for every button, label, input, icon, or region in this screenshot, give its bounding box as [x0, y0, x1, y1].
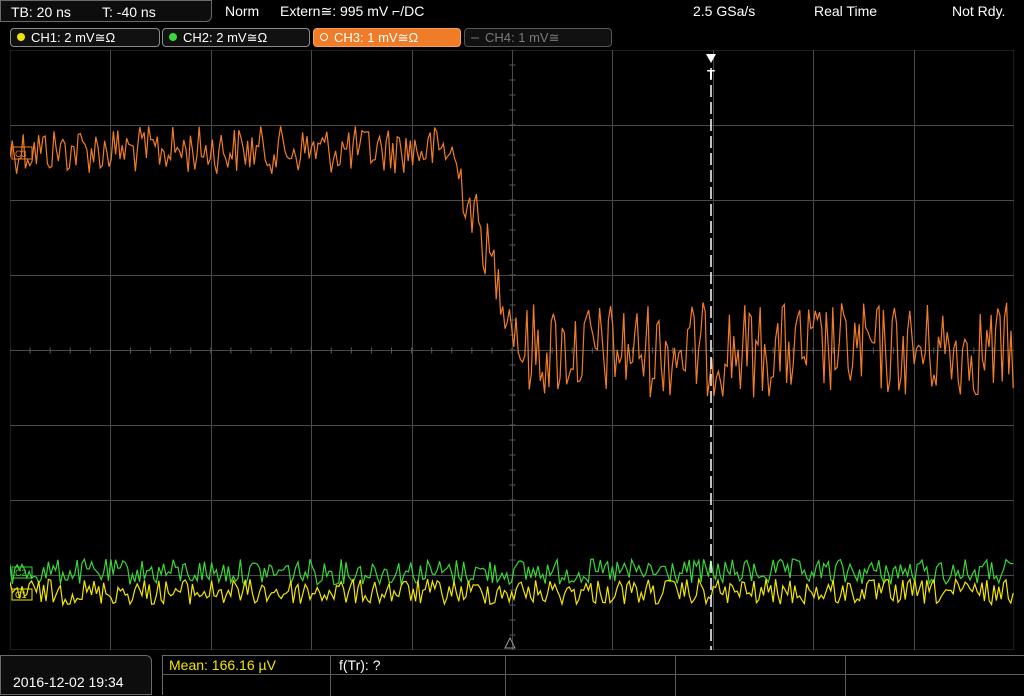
measurement-cell-empty[interactable]	[331, 675, 506, 696]
ch1-indicator-icon	[17, 33, 25, 41]
measurement-cell[interactable]: Mean: 166.16 µV	[163, 656, 331, 675]
measurement-cell-empty[interactable]	[846, 656, 1024, 675]
date-time-panel: 2016-12-02 19:34	[0, 655, 152, 695]
acquisition-mode[interactable]: Real Time	[814, 3, 877, 19]
trigger-source[interactable]: Extern≅: 995 mV ⌐/DC	[280, 3, 424, 19]
channel-tab-ch3[interactable]: CH3: 1 mV≅Ω	[313, 28, 461, 47]
measurement-cell-empty[interactable]	[846, 675, 1024, 696]
channel-tab-ch2[interactable]: CH2: 2 mV≅Ω	[162, 28, 310, 47]
sample-rate: 2.5 GSa/s	[693, 3, 756, 19]
timebase-panel[interactable]: TB: 20 ns T: -40 ns	[0, 0, 212, 22]
top-status-bar: TB: 20 ns T: -40 ns Norm Extern≅: 995 mV…	[0, 0, 1024, 24]
ch3-marker-label: C3	[15, 149, 27, 159]
trigger-mode[interactable]: Norm	[225, 3, 259, 19]
timebase-value: TB: 20 ns	[11, 4, 71, 20]
channel-label: CH1: 2 mV≅Ω	[31, 30, 116, 45]
bottom-status-bar: 2016-12-02 19:34 Mean: 166.16 µV f(Tr): …	[0, 655, 1024, 696]
channel-label: CH2: 2 mV≅Ω	[183, 30, 268, 45]
trigger-marker-label: T	[707, 67, 715, 82]
ch1-marker-label: C1	[15, 590, 27, 600]
run-status: Not Rdy.	[952, 3, 1006, 19]
freq-measurement: f(Tr): ?	[339, 657, 381, 673]
measurement-cell-empty[interactable]	[676, 656, 846, 675]
measurement-cell-empty[interactable]	[506, 656, 676, 675]
mean-measurement: Mean: 166.16 µV	[169, 657, 276, 673]
waveform-display[interactable]: T C3 C2 C1	[10, 50, 1014, 650]
measurement-cell-empty[interactable]	[163, 675, 331, 696]
ch4-off-icon	[471, 37, 479, 39]
measurement-cell-empty[interactable]	[676, 675, 846, 696]
channel-tab-ch1[interactable]: CH1: 2 mV≅Ω	[10, 28, 160, 47]
channel-label: CH3: 1 mV≅Ω	[334, 30, 419, 45]
ch2-indicator-icon	[169, 33, 177, 41]
measurement-table[interactable]: Mean: 166.16 µV f(Tr): ?	[162, 655, 1024, 696]
measurement-cell-empty[interactable]	[506, 675, 676, 696]
date-time: 2016-12-02 19:34	[13, 674, 124, 690]
measurement-cell[interactable]: f(Tr): ?	[331, 656, 506, 675]
trigger-time-value: T: -40 ns	[102, 4, 156, 20]
channel-tab-ch4[interactable]: CH4: 1 mV≅	[464, 28, 612, 47]
ch3-indicator-icon	[320, 33, 328, 41]
ch2-marker-label: C2	[15, 568, 27, 578]
channel-label: CH4: 1 mV≅	[485, 30, 560, 45]
